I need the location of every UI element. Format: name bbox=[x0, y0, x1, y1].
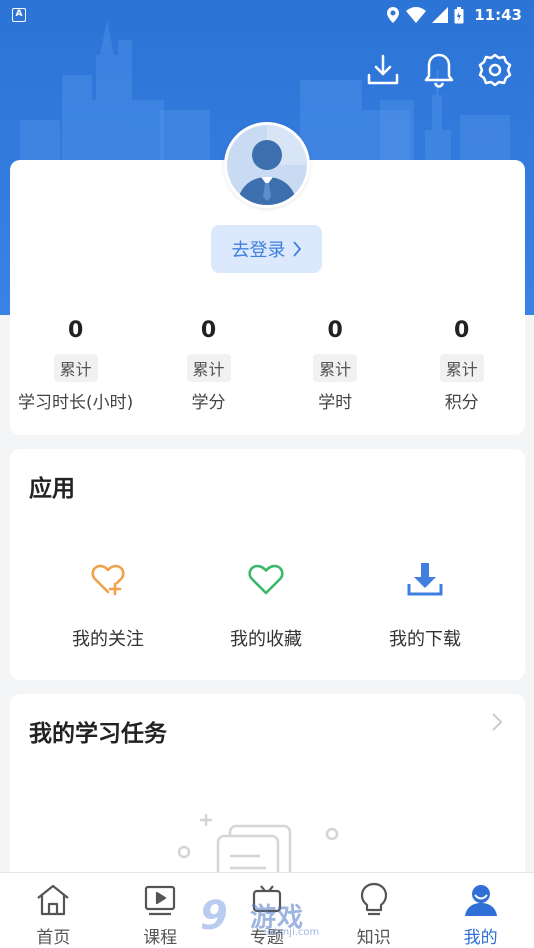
login-button[interactable]: 去登录 bbox=[211, 225, 322, 273]
nav-topics[interactable]: 专题 bbox=[214, 873, 321, 948]
stat-label: 学时 bbox=[318, 393, 353, 413]
download-tray-icon bbox=[403, 557, 447, 601]
app-label: 我的关注 bbox=[72, 629, 144, 650]
stat-study-hours[interactable]: 0 累计 学习时长(小时) bbox=[6, 318, 145, 413]
my-favorites-button[interactable]: 我的收藏 bbox=[196, 557, 336, 651]
status-bar: A 11:43 bbox=[0, 0, 534, 30]
nav-label: 我的 bbox=[463, 928, 498, 948]
tasks-title: 我的学习任务 bbox=[29, 721, 167, 747]
my-follows-button[interactable]: 我的关注 bbox=[38, 557, 178, 651]
nav-home[interactable]: 首页 bbox=[0, 873, 107, 948]
apps-title: 应用 bbox=[29, 476, 75, 502]
my-downloads-button[interactable]: 我的下载 bbox=[355, 557, 495, 651]
download-icon[interactable] bbox=[366, 52, 400, 88]
nav-knowledge[interactable]: 知识 bbox=[320, 873, 427, 948]
lightbulb-icon bbox=[355, 881, 393, 919]
stat-label: 积分 bbox=[444, 393, 479, 413]
location-icon bbox=[387, 7, 400, 23]
signal-icon bbox=[432, 7, 449, 23]
stat-value: 0 bbox=[454, 318, 470, 343]
app-label: 我的下载 bbox=[389, 629, 461, 650]
avatar[interactable] bbox=[224, 122, 310, 208]
nav-courses[interactable]: 课程 bbox=[107, 873, 214, 948]
stat-value: 0 bbox=[67, 318, 84, 343]
heart-icon bbox=[244, 557, 288, 601]
user-icon bbox=[462, 881, 500, 919]
stats-row: 0 累计 学习时长(小时) 0 累计 学分 0 累计 学时 0 累计 积分 bbox=[10, 318, 525, 413]
stat-credits[interactable]: 0 累计 学分 bbox=[145, 318, 272, 413]
home-icon bbox=[34, 881, 72, 919]
clock: 11:43 bbox=[474, 6, 522, 24]
battery-icon bbox=[454, 6, 464, 23]
login-label: 去登录 bbox=[231, 240, 286, 261]
topic-icon bbox=[248, 881, 286, 919]
chevron-right-icon[interactable] bbox=[491, 712, 503, 732]
stat-tag: 累计 bbox=[439, 354, 484, 382]
stat-value: 0 bbox=[200, 318, 217, 343]
stat-value: 0 bbox=[327, 318, 343, 343]
header-actions bbox=[366, 52, 512, 88]
stat-class-hours[interactable]: 0 累计 学时 bbox=[272, 318, 399, 413]
stat-label: 学习时长(小时) bbox=[17, 393, 134, 413]
stat-tag: 累计 bbox=[53, 354, 98, 382]
chevron-right-icon bbox=[292, 241, 301, 257]
wifi-icon bbox=[406, 7, 427, 23]
bell-icon[interactable] bbox=[422, 52, 456, 88]
settings-icon[interactable] bbox=[478, 52, 512, 88]
stat-label: 学分 bbox=[191, 393, 226, 413]
heart-plus-icon bbox=[86, 557, 130, 601]
video-icon bbox=[141, 881, 179, 919]
nav-label: 课程 bbox=[143, 928, 178, 948]
stat-tag: 累计 bbox=[186, 354, 231, 382]
stat-points[interactable]: 0 累计 积分 bbox=[398, 318, 525, 413]
stat-tag: 累计 bbox=[313, 354, 358, 382]
app-label: 我的收藏 bbox=[230, 629, 302, 650]
nav-label: 知识 bbox=[356, 928, 391, 948]
nav-mine[interactable]: 我的 bbox=[427, 873, 534, 948]
nav-label: 专题 bbox=[249, 928, 284, 948]
apps-card: 应用 我的关注 我的收藏 我的下载 bbox=[10, 449, 525, 680]
notification-badge: A bbox=[12, 8, 26, 22]
nav-label: 首页 bbox=[36, 928, 71, 948]
bottom-navigation: 首页 课程 专题 知识 我的 bbox=[0, 872, 534, 948]
